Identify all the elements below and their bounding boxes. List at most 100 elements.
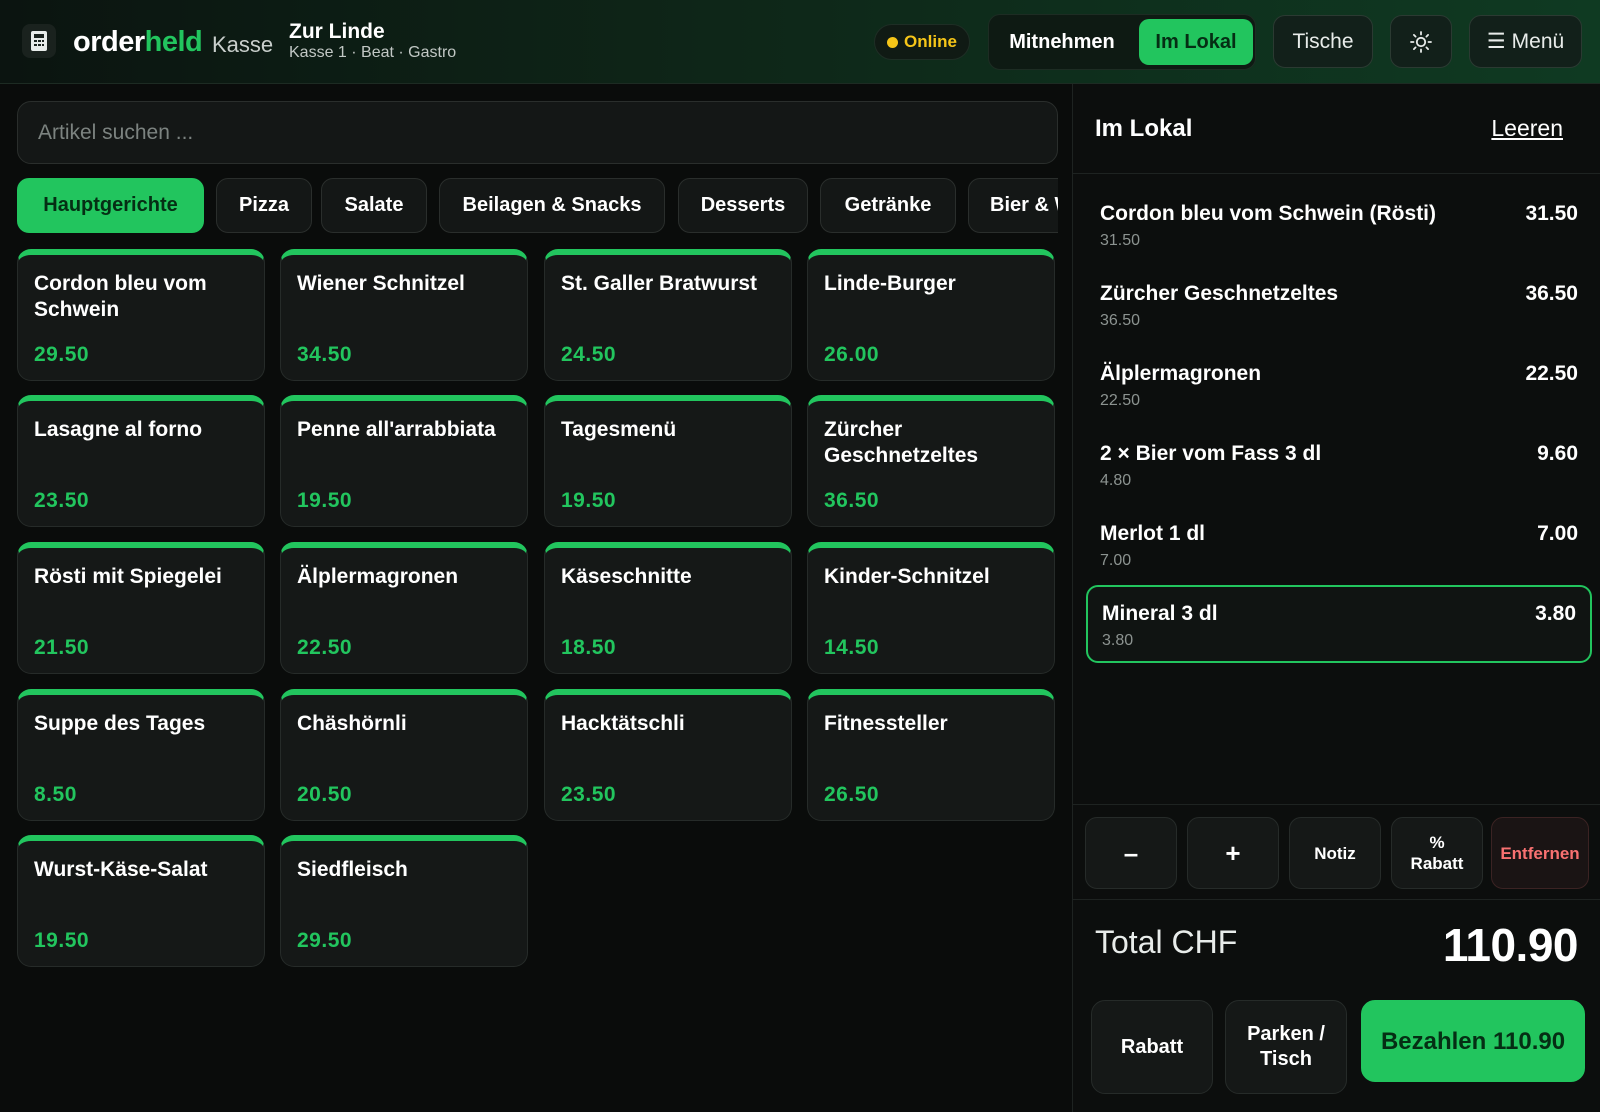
tab-salate[interactable]: Salate	[321, 178, 427, 233]
tab-bier-wein[interactable]: Bier & Wein	[968, 178, 1058, 233]
product-name: Fitnessteller	[824, 712, 948, 735]
park-table-button[interactable]: Parken / Tisch	[1225, 1000, 1347, 1094]
menu-label: Menü	[1511, 29, 1565, 53]
park-table-label: Parken / Tisch	[1247, 1022, 1325, 1072]
product-card[interactable]: Penne all'arrabbiata 19.50	[280, 395, 528, 527]
product-card[interactable]: Wurst-Käse-Salat 19.50	[17, 835, 265, 967]
note-button[interactable]: Notiz	[1289, 817, 1381, 889]
product-card[interactable]: Tagesmenü 19.50	[544, 395, 792, 527]
tab-pizza[interactable]: Pizza	[216, 178, 312, 233]
product-card[interactable]: Fitnessteller 26.50	[807, 689, 1055, 821]
cart-line-unit-price: 7.00	[1100, 552, 1132, 569]
product-name: Chäshörnli	[297, 712, 407, 735]
line-discount-button[interactable]: % Rabatt	[1391, 817, 1483, 889]
theme-toggle-button[interactable]	[1390, 15, 1452, 68]
park-label-line-2: Tisch	[1260, 1048, 1312, 1070]
cart-line[interactable]: Älplermagronen 22.50 22.50	[1086, 347, 1592, 425]
product-name: Käseschnitte	[561, 565, 692, 588]
cart-line[interactable]: 2 × Bier vom Fass 3 dl 4.80 9.60	[1086, 427, 1592, 505]
product-price: 19.50	[561, 489, 617, 512]
product-name: St. Galler Bratwurst	[561, 272, 758, 295]
product-card[interactable]: Suppe des Tages 8.50	[17, 689, 265, 821]
cart-line[interactable]: Cordon bleu vom Schwein (Rösti) 31.50 31…	[1086, 187, 1592, 265]
remove-line-button[interactable]: Entfernen	[1491, 817, 1589, 889]
product-card[interactable]: Wiener Schnitzel 34.50	[280, 249, 528, 381]
order-mode-toggle: Mitnehmen Im Lokal	[988, 14, 1256, 70]
cart-line-name: Merlot 1 dl	[1100, 522, 1206, 545]
status-dot-icon	[887, 36, 899, 48]
tab-hauptgerichte[interactable]: Hauptgerichte	[17, 178, 204, 233]
product-price: 26.50	[824, 783, 880, 806]
cart-line-unit-price: 36.50	[1100, 312, 1141, 329]
mode-takeaway-button[interactable]: Mitnehmen	[993, 19, 1131, 65]
product-price: 14.50	[824, 636, 880, 659]
line-discount-label: Rabatt	[1410, 854, 1464, 873]
search-input[interactable]	[17, 101, 1058, 164]
product-name: Suppe des Tages	[34, 712, 206, 735]
cart-line-unit-price: 22.50	[1100, 392, 1141, 409]
status-label: Online	[904, 32, 957, 51]
product-card[interactable]: Käseschnitte 18.50	[544, 542, 792, 674]
cart-title: Im Lokal	[1095, 115, 1193, 142]
tables-button[interactable]: Tische	[1273, 15, 1373, 68]
cart-line-total: 7.00	[1537, 522, 1578, 545]
cart-line[interactable]: Zürcher Geschnetzeltes 36.50 36.50	[1086, 267, 1592, 345]
top-bar: orderheld Kasse Zur Linde Kasse 1 · Beat…	[0, 0, 1600, 84]
brand-part-1: order	[73, 26, 145, 58]
cart-line-name: Mineral 3 dl	[1102, 602, 1218, 625]
product-price: 19.50	[34, 929, 90, 952]
menu-button[interactable]: ☰ Menü	[1469, 15, 1582, 68]
pay-button[interactable]: Bezahlen 110.90	[1361, 1000, 1585, 1082]
product-price: 22.50	[297, 636, 353, 659]
product-card[interactable]: Cordon bleu vom Schwein 29.50	[17, 249, 265, 381]
product-card[interactable]: Chäshörnli 20.50	[280, 689, 528, 821]
product-card[interactable]: Lasagne al forno 23.50	[17, 395, 265, 527]
product-card[interactable]: Rösti mit Spiegelei 21.50	[17, 542, 265, 674]
cart-line-total: 36.50	[1525, 282, 1578, 305]
cart-line-selected[interactable]: Mineral 3 dl 3.80 3.80	[1086, 585, 1592, 663]
cart-line-total: 22.50	[1525, 362, 1578, 385]
product-card[interactable]: Zürcher Geschnetzeltes 36.50	[807, 395, 1055, 527]
clear-cart-link[interactable]: Leeren	[1491, 115, 1563, 142]
product-name: Linde-Burger	[824, 272, 956, 295]
mode-local-button[interactable]: Im Lokal	[1139, 19, 1253, 65]
product-name: Hacktätschli	[561, 712, 685, 735]
brand-subtitle: Kasse	[212, 32, 274, 57]
order-discount-button[interactable]: Rabatt	[1091, 1000, 1213, 1094]
tab-beilagen-snacks[interactable]: Beilagen & Snacks	[439, 178, 665, 233]
product-price: 29.50	[297, 929, 353, 952]
decrease-quantity-button[interactable]: –	[1085, 817, 1177, 889]
product-name: Wurst-Käse-Salat	[34, 858, 208, 881]
product-grid: Cordon bleu vom Schwein 29.50 Wiener Schn…	[17, 249, 1058, 969]
hamburger-icon: ☰	[1486, 30, 1506, 53]
park-label-line-1: Parken /	[1247, 1023, 1325, 1045]
cart-line[interactable]: Merlot 1 dl 7.00 7.00	[1086, 507, 1592, 585]
cart-line-name: Älplermagronen	[1100, 362, 1262, 385]
product-card[interactable]: St. Galler Bratwurst 24.50	[544, 249, 792, 381]
tab-getraenke[interactable]: Getränke	[820, 178, 956, 233]
product-name: Tagesmenü	[561, 418, 677, 441]
category-tabs: Hauptgerichte Pizza Salate Beilagen & Sn…	[17, 178, 1058, 235]
product-card[interactable]: Kinder-Schnitzel 14.50	[807, 542, 1055, 674]
product-name: Wiener Schnitzel	[297, 272, 465, 295]
total-amount: 110.90	[1442, 919, 1579, 971]
product-card[interactable]: Linde-Burger 26.00	[807, 249, 1055, 381]
cart-line-total: 31.50	[1525, 202, 1578, 225]
cart-line-unit-price: 4.80	[1100, 472, 1132, 489]
product-name: Zürcher Geschnetzeltes	[824, 418, 979, 467]
product-card[interactable]: Hacktätschli 23.50	[544, 689, 792, 821]
product-card[interactable]: Siedfleisch 29.50	[280, 835, 528, 967]
product-name: Älplermagronen	[297, 565, 459, 588]
venue-subtitle: Kasse 1 · Beat · Gastro	[289, 44, 457, 61]
tab-desserts[interactable]: Desserts	[678, 178, 808, 233]
product-price: 24.50	[561, 343, 617, 366]
cart-line-unit-price: 3.80	[1102, 632, 1134, 649]
product-price: 21.50	[34, 636, 90, 659]
increase-quantity-button[interactable]: +	[1187, 817, 1279, 889]
sun-icon	[1410, 30, 1432, 53]
product-price: 18.50	[561, 636, 617, 659]
cart-line-total: 3.80	[1535, 602, 1576, 625]
product-name: Lasagne al forno	[34, 418, 203, 441]
product-card[interactable]: Älplermagronen 22.50	[280, 542, 528, 674]
product-price: 20.50	[297, 783, 353, 806]
